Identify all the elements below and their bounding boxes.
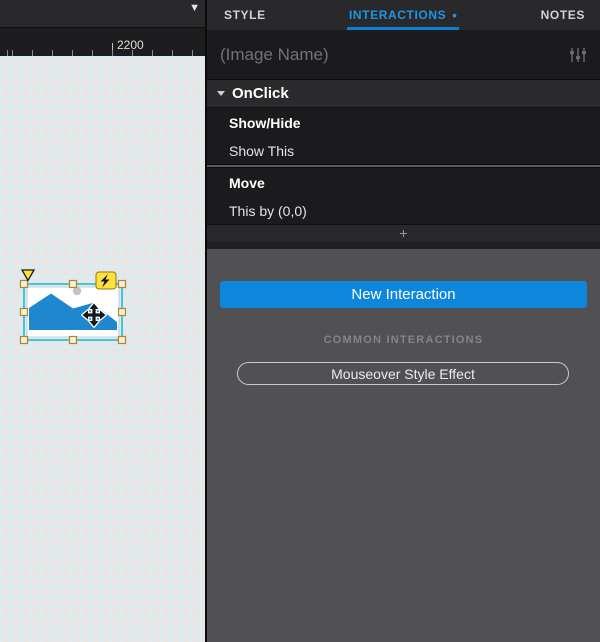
selection-handle[interactable] xyxy=(117,307,127,317)
selection-handle[interactable] xyxy=(117,279,127,289)
image-widget[interactable] xyxy=(14,262,130,350)
chevron-down-icon[interactable]: ▼ xyxy=(189,0,200,16)
ruler-label: 2200 xyxy=(117,38,144,52)
disclosure-triangle-icon[interactable] xyxy=(217,91,225,96)
filter-sliders-icon[interactable] xyxy=(569,47,587,63)
event-onclick-header[interactable]: OnClick xyxy=(207,80,600,108)
tab-interactions-label: INTERACTIONS xyxy=(348,8,447,22)
inspector-panel: STYLE INTERACTIONS • NOTES (Image Name) xyxy=(205,0,600,642)
tab-style[interactable]: STYLE xyxy=(224,0,266,30)
selection-handle[interactable] xyxy=(68,279,78,289)
new-interaction-button[interactable]: New Interaction xyxy=(220,281,587,308)
panel-bottom: New Interaction COMMON INTERACTIONS Mous… xyxy=(207,249,600,642)
selection-handle[interactable] xyxy=(19,335,29,345)
action-move[interactable]: Move This by (0,0) xyxy=(207,168,600,224)
mouseover-style-effect-button[interactable]: Mouseover Style Effect xyxy=(237,362,569,385)
event-trigger-label: OnClick xyxy=(232,85,289,102)
ruler-major-tick xyxy=(112,43,113,56)
selection-handle[interactable] xyxy=(68,335,78,345)
plus-icon: + xyxy=(399,225,408,241)
widget-name-row: (Image Name) xyxy=(207,30,600,80)
selection-handle[interactable] xyxy=(19,279,29,289)
add-action-button[interactable]: + xyxy=(207,224,600,242)
design-canvas[interactable] xyxy=(0,56,205,642)
tab-notes-label: NOTES xyxy=(540,8,585,22)
unsaved-dot-icon: • xyxy=(452,7,458,23)
app-window: ▼ 2200 STYLE INTERACTIONS • NOTES (Image… xyxy=(0,0,600,642)
action-detail: This by (0,0) xyxy=(229,203,307,219)
selection-handle[interactable] xyxy=(117,335,127,345)
inspector-tabs: STYLE INTERACTIONS • NOTES xyxy=(207,0,600,30)
footnote-triangle-icon[interactable] xyxy=(20,269,36,282)
canvas-pane: ▼ 2200 xyxy=(0,0,205,642)
panel-gap xyxy=(207,242,600,249)
action-detail: Show This xyxy=(229,143,295,159)
canvas-toolbar: ▼ xyxy=(0,0,205,28)
common-interactions-label: COMMON INTERACTIONS xyxy=(323,334,484,346)
tab-style-label: STYLE xyxy=(224,8,266,22)
horizontal-ruler: 2200 xyxy=(0,28,205,56)
action-show-hide[interactable]: Show/Hide Show This xyxy=(207,108,600,164)
selection-handle[interactable] xyxy=(19,307,29,317)
widget-name-input[interactable]: (Image Name) xyxy=(220,45,569,65)
action-name: Move xyxy=(229,175,265,191)
tab-interactions[interactable]: INTERACTIONS • xyxy=(346,0,460,30)
tab-notes[interactable]: NOTES xyxy=(541,0,585,30)
action-name: Show/Hide xyxy=(229,115,301,131)
